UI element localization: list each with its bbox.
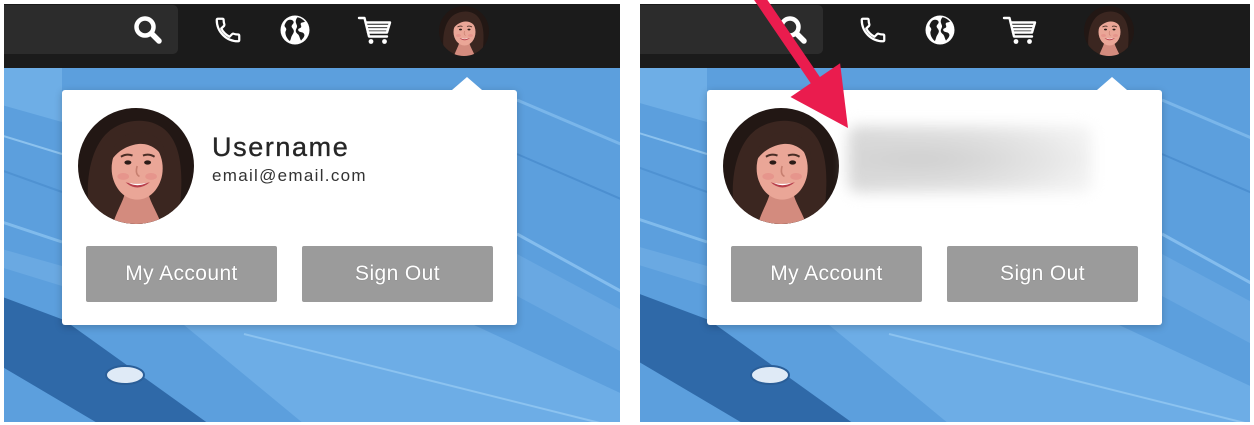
profile-menu-button[interactable] <box>439 6 511 58</box>
chevron-down-icon <box>321 27 333 39</box>
popup-pointer <box>1097 77 1127 90</box>
sign-out-button[interactable]: Sign Out <box>302 246 493 302</box>
blurred-identity <box>848 126 1092 192</box>
top-navbar <box>4 4 620 68</box>
search-icon[interactable] <box>777 14 809 46</box>
phone-button[interactable] <box>858 15 888 45</box>
avatar <box>1084 6 1134 56</box>
chevron-down-icon <box>1142 28 1154 40</box>
popup-avatar <box>78 108 194 224</box>
chevron-down-icon <box>497 28 509 40</box>
my-account-button[interactable]: My Account <box>731 246 922 302</box>
cart-icon <box>357 14 393 46</box>
chevron-down-icon <box>1044 27 1056 39</box>
search-icon[interactable] <box>132 14 164 46</box>
avatar <box>439 6 489 56</box>
panel-content: Username email@email.com My Account Sign… <box>4 4 620 422</box>
search-box[interactable] <box>4 5 178 54</box>
profile-menu-button[interactable] <box>1084 6 1156 58</box>
top-navbar <box>640 4 1250 68</box>
phone-icon <box>858 15 888 45</box>
panel-content: My Account Sign Out <box>640 4 1250 422</box>
avatar-photo <box>723 108 839 224</box>
cart-menu-button[interactable] <box>1002 13 1056 47</box>
email-label: email@email.com <box>212 166 367 185</box>
panel-redacted: My Account Sign Out <box>640 4 1250 422</box>
avatar-photo <box>1084 6 1134 56</box>
account-popup: My Account Sign Out <box>707 77 1162 325</box>
avatar-photo <box>78 108 194 224</box>
chevron-down-icon <box>399 27 411 39</box>
avatar-photo <box>439 6 489 56</box>
popup-pointer <box>452 77 482 90</box>
language-menu-button[interactable] <box>924 13 980 47</box>
username-label: Username <box>212 132 350 162</box>
sign-out-button[interactable]: Sign Out <box>947 246 1138 302</box>
globe-icon <box>924 14 956 46</box>
phone-icon <box>213 15 243 45</box>
search-box[interactable] <box>640 5 823 54</box>
chevron-down-icon <box>966 27 978 39</box>
language-menu-button[interactable] <box>279 13 335 47</box>
phone-button[interactable] <box>213 15 243 45</box>
my-account-button[interactable]: My Account <box>86 246 277 302</box>
popup-avatar <box>723 108 839 224</box>
globe-icon <box>279 14 311 46</box>
panel-original: Username email@email.com My Account Sign… <box>4 4 620 422</box>
cart-icon <box>1002 14 1038 46</box>
cart-menu-button[interactable] <box>357 13 411 47</box>
account-popup: Username email@email.com My Account Sign… <box>62 77 517 325</box>
